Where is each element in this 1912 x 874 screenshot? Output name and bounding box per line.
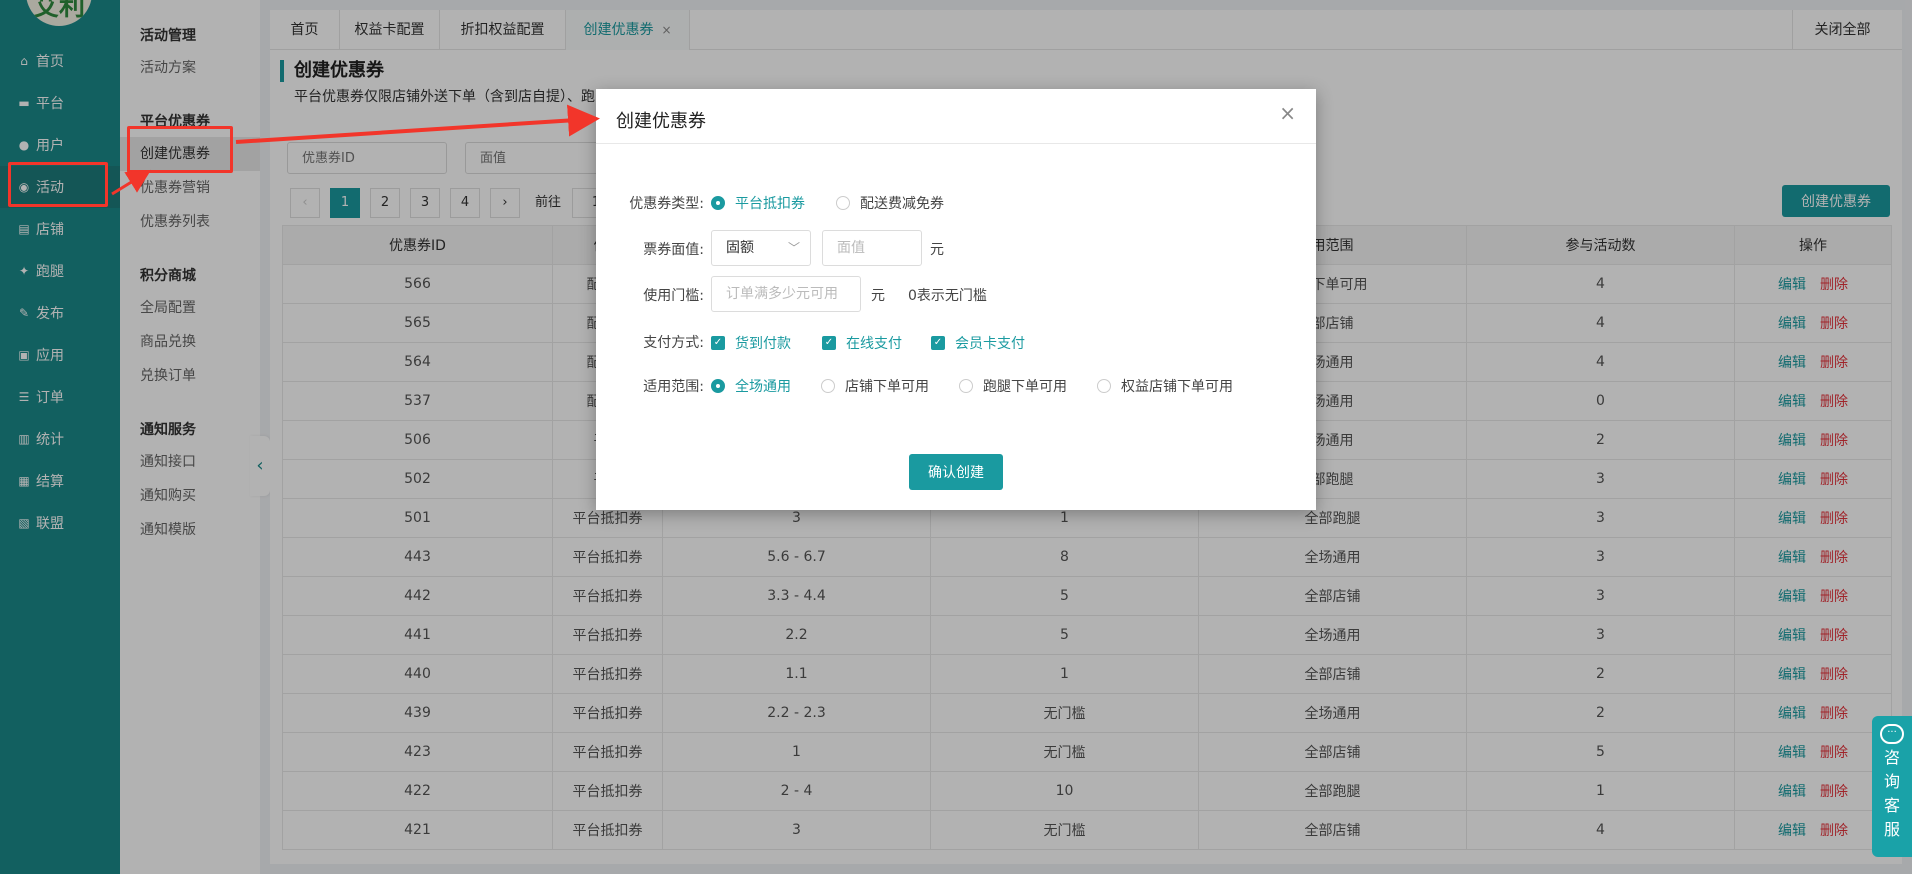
threshold-unit: 元 [871,288,885,304]
checkbox-checked-icon: ✓ [711,336,725,350]
checkbox-online-pay[interactable]: ✓ 在线支付 [822,333,902,353]
radio-scope-store[interactable]: 店铺下单可用 [821,376,929,396]
threshold-label: 使用门槛: [643,288,704,304]
coupon-value-input[interactable]: 面值 [822,230,922,266]
radio-label: 店铺下单可用 [845,379,929,395]
radio-label: 全场通用 [735,379,791,395]
radio-label: 平台抵扣券 [735,196,805,212]
value-unit: 元 [930,242,944,258]
radio-unchecked-icon [821,379,835,393]
radio-scope-all[interactable]: 全场通用 [711,376,791,396]
dialog-title: 创建优惠券 [616,111,706,132]
radio-scope-errand[interactable]: 跑腿下单可用 [959,376,1067,396]
threshold-input[interactable]: 订单满多少元可用 [711,276,861,312]
create-coupon-dialog: 创建优惠券 × 优惠券类型: 平台抵扣券 配送费减免券 票券面值: 固额 ﹀ 面… [596,89,1316,510]
checkbox-checked-icon: ✓ [931,336,945,350]
threshold-hint: 0表示无门槛 [908,288,987,304]
radio-platform-deduction[interactable]: 平台抵扣券 [711,193,805,213]
radio-delivery-fee-waiver[interactable]: 配送费减免券 [836,193,944,213]
checkbox-cash-on-delivery[interactable]: ✓ 货到付款 [711,333,791,353]
checkbox-member-card-pay[interactable]: ✓ 会员卡支付 [931,333,1025,353]
chat-icon: ··· [1880,724,1904,744]
checkbox-checked-icon: ✓ [822,336,836,350]
consult-service-button[interactable]: ··· 咨询客服 [1872,716,1912,857]
radio-scope-benefit-store[interactable]: 权益店铺下单可用 [1097,376,1233,396]
checkbox-label: 会员卡支付 [955,336,1025,352]
radio-checked-icon [711,379,725,393]
pay-method-label: 支付方式: [643,335,704,351]
radio-label: 配送费减免券 [860,196,944,212]
radio-unchecked-icon [1097,379,1111,393]
consult-service-label: 咨询客服 [1883,748,1900,839]
close-icon[interactable]: × [1279,103,1296,123]
select-value: 固额 [726,240,754,256]
value-type-select[interactable]: 固额 ﹀ [711,230,811,266]
radio-label: 权益店铺下单可用 [1121,379,1233,395]
dialog-header: 创建优惠券 × [596,89,1316,144]
scope-label: 适用范围: [643,379,704,395]
checkbox-label: 货到付款 [735,336,791,352]
checkbox-label: 在线支付 [846,336,902,352]
radio-checked-icon [711,196,725,210]
chevron-down-icon: ﹀ [787,241,800,255]
coupon-value-label: 票券面值: [643,242,704,258]
radio-label: 跑腿下单可用 [983,379,1067,395]
confirm-create-button[interactable]: 确认创建 [909,454,1003,490]
radio-unchecked-icon [959,379,973,393]
radio-unchecked-icon [836,196,850,210]
coupon-type-label: 优惠券类型: [629,196,704,212]
